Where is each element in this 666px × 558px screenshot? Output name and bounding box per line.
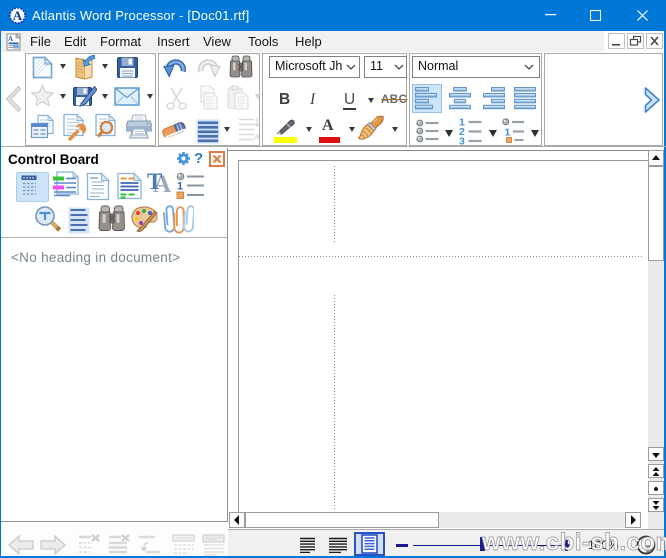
svg-text:1: 1	[505, 127, 511, 139]
svg-text:3: 3	[459, 136, 465, 146]
svg-text:A: A	[13, 8, 23, 23]
svg-text:A: A	[8, 35, 13, 43]
svg-text:a: a	[255, 132, 260, 141]
svg-text:1: 1	[177, 181, 183, 193]
